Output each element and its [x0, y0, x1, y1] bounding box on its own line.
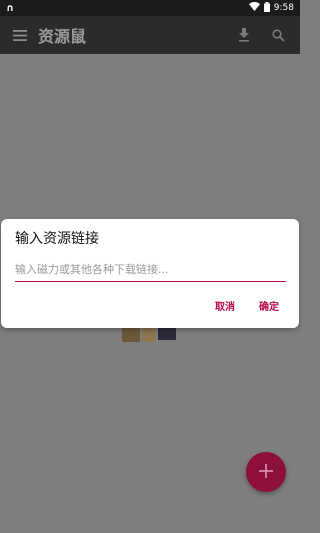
app-title: 资源鼠	[38, 27, 87, 46]
add-button[interactable]	[246, 452, 286, 492]
search-icon[interactable]	[268, 25, 288, 45]
link-input[interactable]	[15, 258, 286, 282]
wifi-icon	[248, 2, 260, 14]
app-bar: 资源鼠	[0, 16, 300, 54]
link-input-dialog: 输入资源链接 取消 确定	[1, 219, 299, 328]
dialog-title: 输入资源链接	[15, 231, 99, 247]
menu-icon[interactable]	[11, 26, 29, 44]
status-indicator: ∩	[6, 2, 15, 14]
cancel-button[interactable]: 取消	[215, 298, 235, 313]
app-bar-actions	[234, 25, 288, 45]
status-time: 9:58	[273, 3, 294, 13]
plus-icon	[259, 463, 273, 482]
confirm-button[interactable]: 确定	[259, 298, 279, 313]
status-bar: ∩ 9:58	[0, 0, 300, 16]
battery-icon	[263, 1, 270, 15]
download-icon[interactable]	[234, 25, 254, 45]
dialog-actions: 取消 确定	[215, 298, 279, 313]
status-right-group: 9:58	[248, 1, 294, 15]
